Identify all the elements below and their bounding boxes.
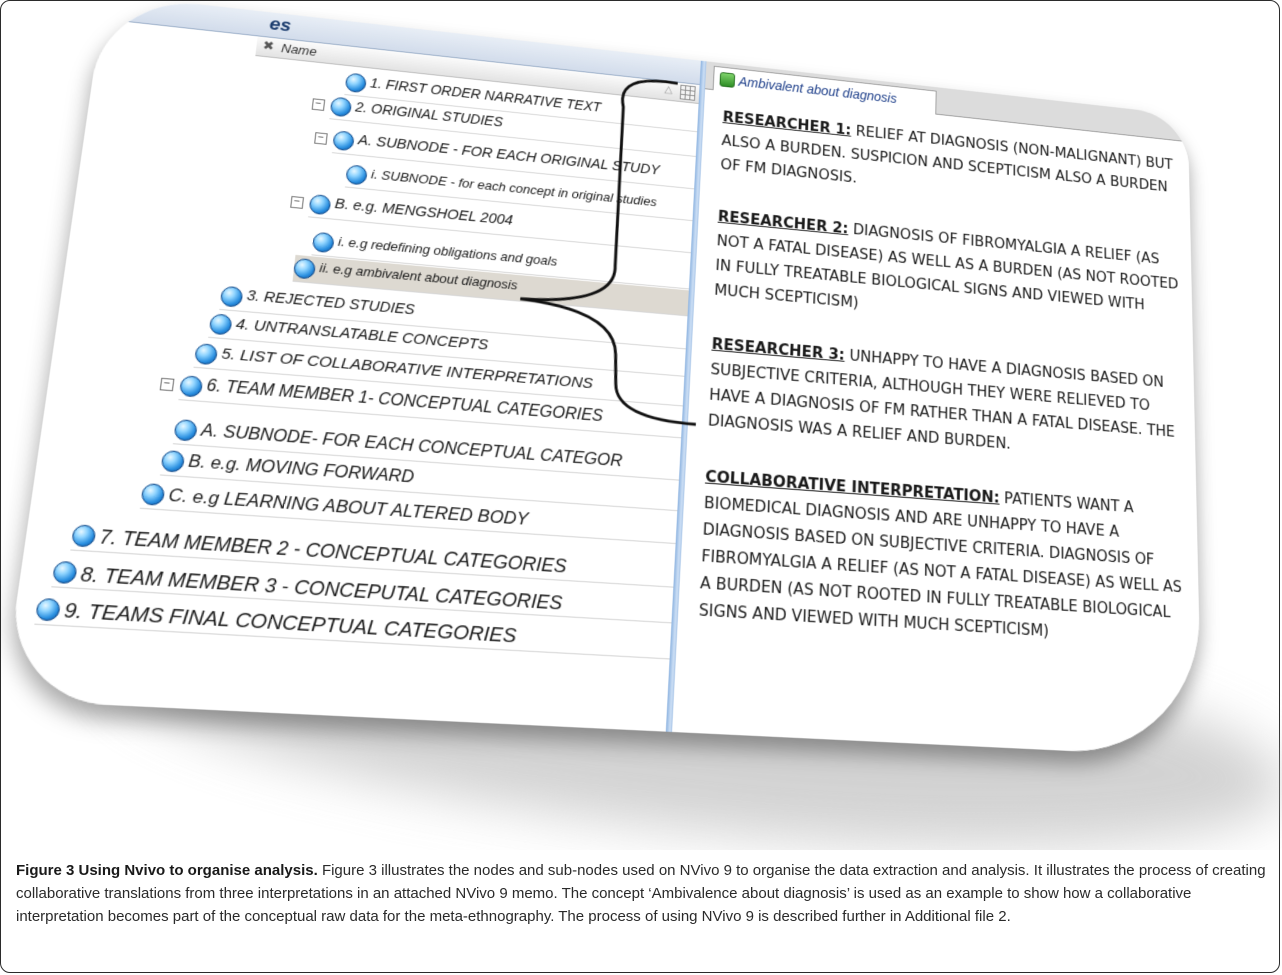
caption-title: Figure 3 Using Nvivo to organise analysi… xyxy=(16,862,318,879)
figure-caption: Figure 3 Using Nvivo to organise analysi… xyxy=(16,859,1266,928)
screenshot-stage: es ✖ Name △ 1. FIRST ORDER NARRATIVE TEX… xyxy=(0,0,1282,850)
bracket-line xyxy=(512,68,713,425)
annotation-bracket xyxy=(2,0,1202,757)
nvivo-window: es ✖ Name △ 1. FIRST ORDER NARRATIVE TEX… xyxy=(2,0,1203,758)
